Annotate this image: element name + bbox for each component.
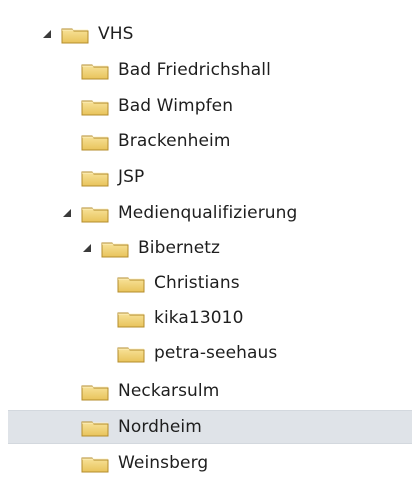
folder-svg-icon [81, 385, 109, 401]
tree-item-nordheim[interactable]: Nordheim [8, 410, 412, 444]
folder-svg-icon [81, 64, 109, 80]
folder-icon [100, 237, 130, 259]
expanded-arrow-icon[interactable] [62, 208, 72, 218]
expanded-arrow-icon[interactable] [82, 243, 92, 253]
tree-item-label: Christians [154, 273, 240, 293]
folder-icon [80, 380, 110, 402]
folder-svg-icon [117, 277, 145, 293]
folder-svg-icon [81, 135, 109, 151]
folder-icon [116, 272, 146, 294]
folder-svg-icon [117, 347, 145, 363]
folder-tree: VHS Bad Friedrichshall Bad Wimpfen Brack… [0, 0, 412, 479]
tree-item-neckarsulm[interactable]: Neckarsulm [8, 374, 412, 408]
tree-item-label: Bad Friedrichshall [118, 60, 271, 80]
folder-icon [116, 307, 146, 329]
tree-item-jsp[interactable]: JSP [8, 160, 412, 194]
tree-item-bad-friedrichshall[interactable]: Bad Friedrichshall [8, 53, 412, 87]
partially-visible-folder-row [40, 0, 280, 4]
tree-item-label: Bad Wimpfen [118, 96, 234, 116]
tree-item-label: kika13010 [154, 308, 244, 328]
folder-icon [80, 95, 110, 117]
tree-item-christians[interactable]: Christians [8, 266, 412, 300]
tree-item-label: Brackenheim [118, 131, 231, 151]
folder-svg-icon [81, 207, 109, 223]
tree-item-label: Neckarsulm [118, 381, 220, 401]
folder-svg-icon [61, 28, 89, 44]
triangle-icon [63, 209, 71, 217]
folder-svg-icon [81, 171, 109, 187]
folder-icon [80, 416, 110, 438]
folder-icon [60, 23, 90, 45]
folder-icon [80, 130, 110, 152]
tree-item-label: Weinsberg [118, 453, 209, 473]
folder-icon [40, 0, 280, 4]
tree-item-petra-seehaus[interactable]: petra-seehaus [8, 336, 412, 370]
tree-item-vhs[interactable]: VHS [8, 17, 412, 51]
folder-icon [80, 452, 110, 474]
triangle-icon [43, 30, 51, 38]
folder-svg-icon [81, 457, 109, 473]
expanded-arrow-icon[interactable] [42, 29, 52, 39]
folder-svg-icon [101, 242, 129, 258]
tree-item-medienqualifizierung[interactable]: Medienqualifizierung [8, 196, 412, 230]
folder-icon [80, 202, 110, 224]
tree-item-bibernetz[interactable]: Bibernetz [8, 231, 412, 265]
folder-icon [116, 342, 146, 364]
tree-item-label: Medienqualifizierung [118, 203, 298, 223]
tree-item-brackenheim[interactable]: Brackenheim [8, 124, 412, 158]
folder-svg-icon [81, 100, 109, 116]
folder-svg-icon [81, 421, 109, 437]
tree-item-label: Nordheim [118, 417, 202, 437]
triangle-icon [83, 244, 91, 252]
tree-item-label: Bibernetz [138, 238, 221, 258]
tree-item-label: petra-seehaus [154, 343, 278, 363]
tree-item-bad-wimpfen[interactable]: Bad Wimpfen [8, 89, 412, 123]
folder-svg-icon [117, 312, 145, 328]
tree-item-label: JSP [118, 167, 145, 187]
tree-item-label: VHS [98, 24, 134, 44]
tree-item-weinsberg[interactable]: Weinsberg [8, 446, 412, 480]
tree-item-kika13010[interactable]: kika13010 [8, 301, 412, 335]
folder-icon [80, 166, 110, 188]
folder-icon [80, 59, 110, 81]
